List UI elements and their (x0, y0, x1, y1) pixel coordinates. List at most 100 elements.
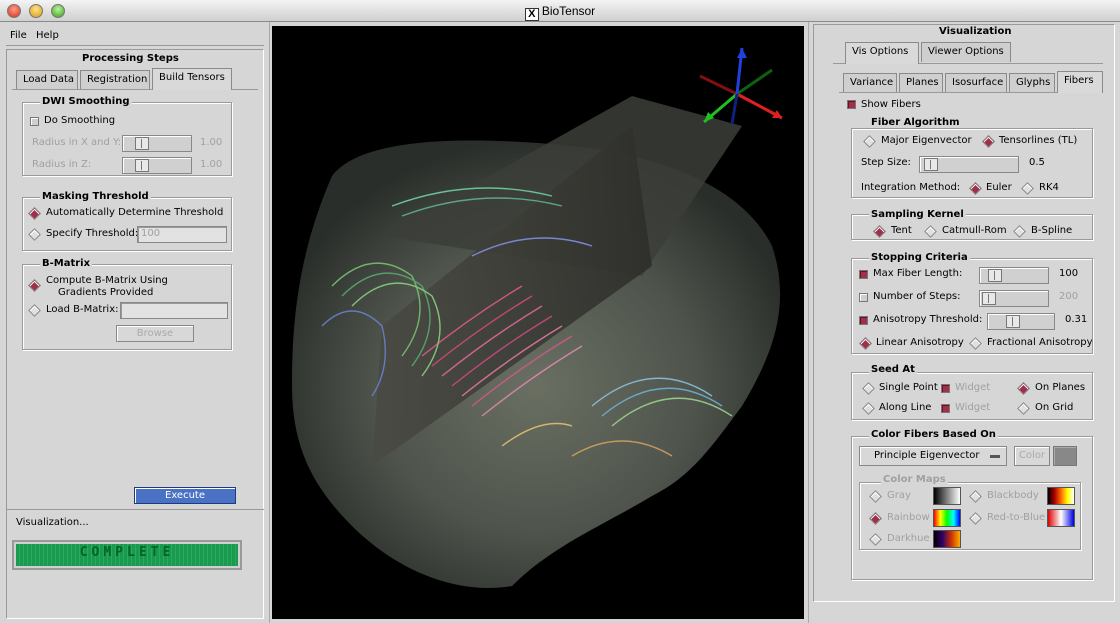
catmull-rom-label: Catmull-Rom (942, 225, 1007, 236)
euler-label: Euler (986, 182, 1012, 193)
slider-thumb[interactable] (135, 137, 149, 150)
slider-thumb[interactable] (924, 158, 938, 171)
single-point-widget-checkbox[interactable] (941, 384, 950, 393)
visualization-header: Visualization (939, 26, 1012, 37)
tab-isosurface[interactable]: Isosurface (945, 73, 1007, 93)
on-planes-label: On Planes (1035, 382, 1086, 393)
number-of-steps-slider[interactable] (979, 290, 1049, 307)
fiber-algorithm-title: Fiber Algorithm (869, 117, 962, 128)
compute-b-matrix-label-1: Compute B-Matrix Using (46, 275, 168, 286)
tab-variance[interactable]: Variance (843, 73, 897, 93)
darkhue-label: Darkhue (887, 533, 930, 544)
number-of-steps-checkbox[interactable] (859, 293, 868, 302)
tent-label: Tent (891, 225, 912, 236)
b-spline-label: B-Spline (1031, 225, 1073, 236)
sampling-kernel-title: Sampling Kernel (869, 209, 966, 220)
tab-build-tensors[interactable]: Build Tensors (152, 68, 232, 90)
specify-threshold-input[interactable]: 100 (137, 226, 227, 243)
anisotropy-threshold-label: Anisotropy Threshold: (873, 314, 983, 325)
title-bar: X BioTensor (0, 0, 1120, 22)
step-size-value: 0.5 (1029, 157, 1045, 168)
color-swatch[interactable] (1053, 446, 1077, 466)
x11-icon: X (524, 8, 539, 21)
tab-vis-options[interactable]: Vis Options (845, 42, 919, 64)
gray-colormap-swatch (933, 487, 961, 505)
color-by-dropdown[interactable]: Principle Eigenvector (859, 446, 1007, 466)
rk4-label: RK4 (1039, 182, 1059, 193)
do-smoothing-checkbox[interactable] (30, 117, 39, 126)
execute-button[interactable]: Execute (134, 487, 236, 504)
progress-text: COMPLETE (79, 545, 175, 560)
browse-button[interactable]: Browse (116, 325, 194, 342)
brain-fiber-rendering (292, 47, 783, 588)
b-matrix-title: B-Matrix (40, 258, 93, 269)
step-size-label: Step Size: (861, 157, 911, 168)
window-title: BioTensor (541, 4, 596, 18)
along-line-widget-label: Widget (955, 402, 991, 413)
specify-threshold-label: Specify Threshold: (46, 228, 139, 239)
tensorlines-label: Tensorlines (TL) (999, 135, 1078, 146)
rainbow-label: Rainbow (887, 512, 930, 523)
max-fiber-length-checkbox[interactable] (859, 270, 868, 279)
slider-thumb[interactable] (982, 292, 996, 305)
tab-load-data[interactable]: Load Data (16, 70, 78, 90)
red-to-blue-label: Red-to-Blue (987, 512, 1046, 523)
step-size-slider[interactable] (919, 156, 1019, 173)
dropdown-indicator-icon (990, 455, 1000, 458)
3d-viewer[interactable] (272, 26, 804, 619)
radius-xy-label: Radius in X and Y: (32, 137, 122, 148)
along-line-label: Along Line (879, 402, 932, 413)
color-button[interactable]: Color (1014, 446, 1050, 466)
menu-file[interactable]: File (10, 30, 27, 41)
radius-z-slider[interactable] (122, 157, 192, 174)
b-matrix-path-input[interactable] (120, 302, 228, 319)
color-maps-title: Color Maps (881, 474, 948, 485)
slider-thumb[interactable] (988, 269, 1002, 282)
radius-xy-slider[interactable] (122, 135, 192, 152)
menu-help[interactable]: Help (36, 30, 59, 41)
show-fibers-checkbox[interactable] (847, 100, 856, 109)
status-label: Visualization... (16, 517, 89, 528)
auto-threshold-label: Automatically Determine Threshold (46, 207, 224, 218)
show-fibers-label: Show Fibers (861, 99, 921, 110)
linear-anisotropy-label: Linear Anisotropy (876, 337, 964, 348)
masking-threshold-title: Masking Threshold (40, 191, 151, 202)
along-line-widget-checkbox[interactable] (941, 404, 950, 413)
max-fiber-length-value: 100 (1059, 268, 1079, 279)
blackbody-label: Blackbody (987, 490, 1039, 501)
major-eigenvector-label: Major Eigenvector (881, 135, 972, 146)
color-by-selected: Principle Eigenvector (874, 450, 980, 461)
stopping-criteria-title: Stopping Criteria (869, 252, 970, 263)
radius-xy-value: 1.00 (200, 137, 223, 148)
number-of-steps-label: Number of Steps: (873, 291, 961, 302)
tab-fibers[interactable]: Fibers (1057, 71, 1103, 93)
anisotropy-threshold-checkbox[interactable] (859, 316, 868, 325)
tab-glyphs[interactable]: Glyphs (1009, 73, 1055, 93)
tab-registration[interactable]: Registration (80, 70, 150, 90)
on-grid-label: On Grid (1035, 402, 1074, 413)
max-fiber-length-slider[interactable] (979, 267, 1049, 284)
slider-thumb[interactable] (135, 159, 149, 172)
tab-planes[interactable]: Planes (899, 73, 943, 93)
blackbody-colormap-swatch (1047, 487, 1075, 505)
max-fiber-length-label: Max Fiber Length: (873, 268, 963, 279)
seed-at-title: Seed At (869, 364, 917, 375)
tab-viewer-options[interactable]: Viewer Options (921, 42, 1011, 62)
number-of-steps-value: 200 (1059, 291, 1079, 302)
radius-z-label: Radius in Z: (32, 159, 92, 170)
gray-label: Gray (887, 490, 911, 501)
fractional-anisotropy-label: Fractional Anisotropy (987, 337, 1093, 348)
right-panel: Visualization Vis Options Viewer Options… (808, 22, 1120, 623)
anisotropy-threshold-slider[interactable] (987, 313, 1055, 330)
integration-method-label: Integration Method: (861, 182, 961, 193)
slider-thumb[interactable] (1006, 315, 1020, 328)
color-fibers-title: Color Fibers Based On (869, 429, 998, 440)
single-point-widget-label: Widget (955, 382, 991, 393)
red-to-blue-colormap-swatch (1047, 509, 1075, 527)
anisotropy-threshold-value: 0.31 (1065, 314, 1088, 325)
darkhue-colormap-swatch (933, 530, 961, 548)
radius-z-value: 1.00 (200, 159, 223, 170)
dwi-smoothing-title: DWI Smoothing (40, 96, 132, 107)
do-smoothing-label: Do Smoothing (44, 115, 116, 126)
processing-steps-header: Processing Steps (82, 53, 179, 64)
